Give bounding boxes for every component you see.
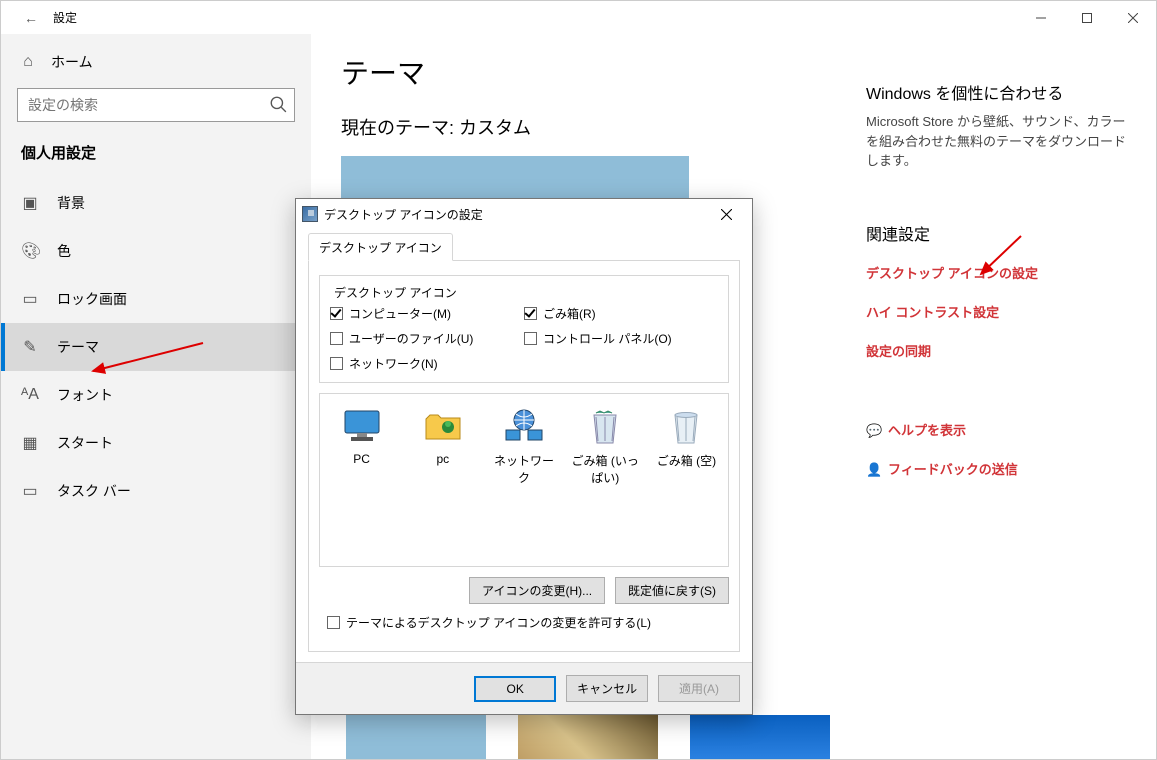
apply-button[interactable]: 適用(A) [658,675,740,702]
theme-thumb-3[interactable] [690,715,830,760]
home-icon: ⌂ [19,53,37,71]
checkbox-icon [524,307,537,320]
checkbox-icon [330,307,343,320]
check-network[interactable]: ネットワーク(N) [330,351,524,376]
sidebar-item-label: 背景 [57,193,85,213]
recycle-bin-empty-icon [666,406,706,446]
palette-icon: 🎨︎ [21,241,39,261]
help-link[interactable]: 💬ヘルプを表示 [866,410,1126,449]
close-button[interactable] [1110,1,1156,34]
theme-thumb-1[interactable] [346,715,486,760]
check-control-panel[interactable]: コントロール パネル(O) [524,326,718,351]
feedback-link[interactable]: 👤フィードバックの送信 [866,449,1126,488]
sidebar-item-colors[interactable]: 🎨︎ 色 [1,227,311,275]
link-sync-settings[interactable]: 設定の同期 [866,331,1126,370]
checkbox-icon [524,332,537,345]
user-folder-icon [423,406,463,446]
related-settings-heading: 関連設定 [866,221,1126,245]
dialog-tab[interactable]: デスクトップ アイコン [308,233,453,261]
theme-thumb-2[interactable] [518,715,658,760]
ok-button[interactable]: OK [474,676,556,702]
maximize-button[interactable] [1064,1,1110,34]
search-box[interactable] [17,88,295,122]
page-title: テーマ [341,52,866,92]
theme-icon: ✎ [21,337,39,357]
sidebar-item-start[interactable]: ▦ スタート [1,419,311,467]
dialog-close-button[interactable] [706,202,746,226]
recycle-bin-full-icon [585,406,625,446]
sidebar-item-themes[interactable]: ✎ テーマ [1,323,311,371]
sidebar-item-label: ロック画面 [57,289,127,309]
icon-item[interactable]: ごみ箱 (空) [651,404,722,469]
icon-item[interactable]: pc [407,404,478,466]
dialog-body: デスクトップ アイコン デスクトップ アイコン コンピューター(M) ユーザーの… [296,229,752,662]
search-icon [269,95,287,116]
sidebar-item-label: タスク バー [57,481,131,501]
sidebar-item-fonts[interactable]: ᴬA フォント [1,371,311,419]
right-panel: Windows を個性に合わせる Microsoft Store から壁紙、サウ… [866,44,1126,759]
checkbox-icon [330,332,343,345]
help-icon: 💬 [866,423,888,439]
sidebar-home[interactable]: ⌂ ホーム [1,34,311,88]
link-desktop-icon-settings[interactable]: デスクトップ アイコンの設定 [866,253,1126,292]
back-button[interactable]: ← [9,1,53,34]
sidebar-item-label: 色 [57,241,71,261]
checkbox-icon [330,357,343,370]
sidebar-item-background[interactable]: ▣ 背景 [1,179,311,227]
restore-default-button[interactable]: 既定値に戻す(S) [615,577,729,604]
settings-window: ← 設定 ⌂ ホーム 個人用設定 ▣ 背景 🎨︎ 色 ▭ ロック画面 ✎ テーマ [0,0,1157,760]
sidebar-item-taskbar[interactable]: ▭ タスク バー [1,467,311,515]
pc-icon [342,406,382,446]
feedback-label: フィードバックの送信 [888,462,1018,477]
link-high-contrast[interactable]: ハイ コントラスト設定 [866,292,1126,331]
dialog-tabpane: デスクトップ アイコン コンピューター(M) ユーザーのファイル(U) ネットワ… [308,260,740,652]
sidebar-item-label: フォント [57,385,113,405]
window-title: 設定 [53,9,77,26]
current-theme-label: 現在のテーマ: カスタム [341,114,866,140]
allow-themes-checkbox[interactable]: テーマによるデスクトップ アイコンの変更を許可する(L) [319,604,729,631]
dialog-footer: OK キャンセル 適用(A) [296,662,752,714]
checkbox-icon [327,616,340,629]
right-blurb: Microsoft Store から壁紙、サウンド、カラーを組み合わせた無料のテ… [866,112,1126,171]
font-icon: ᴬA [21,386,39,404]
icon-item[interactable]: ネットワーク [488,404,559,486]
image-icon: ▣ [21,193,39,213]
start-icon: ▦ [21,433,39,453]
right-heading: Windows を個性に合わせる [866,80,1126,104]
network-icon [504,406,544,446]
search-input[interactable] [17,88,295,122]
group-title: デスクトップ アイコン [330,284,461,301]
cancel-button[interactable]: キャンセル [566,675,648,702]
change-icon-button[interactable]: アイコンの変更(H)... [469,577,605,604]
icon-item[interactable]: PC [326,404,397,466]
dialog-title: デスクトップ アイコンの設定 [324,206,483,223]
dialog-icon [302,206,318,222]
sidebar-home-label: ホーム [51,52,93,72]
sidebar-item-lock-screen[interactable]: ▭ ロック画面 [1,275,311,323]
check-userfiles[interactable]: ユーザーのファイル(U) [330,326,524,351]
desktop-icon-settings-dialog: デスクトップ アイコンの設定 デスクトップ アイコン デスクトップ アイコン コ… [295,198,753,715]
sidebar-item-label: テーマ [57,337,99,357]
themes-row [346,715,830,760]
dialog-title-bar: デスクトップ アイコンの設定 [296,199,752,229]
sidebar-section: 個人用設定 [1,142,311,179]
sidebar: ⌂ ホーム 個人用設定 ▣ 背景 🎨︎ 色 ▭ ロック画面 ✎ テーマ ᴬA フォント ▦… [1,34,311,759]
minimize-button[interactable] [1018,1,1064,34]
title-bar: ← 設定 [1,1,1156,34]
sidebar-item-label: スタート [57,433,113,453]
desktop-icons-group: デスクトップ アイコン コンピューター(M) ユーザーのファイル(U) ネットワ… [319,275,729,383]
feedback-icon: 👤 [866,462,888,478]
icon-preview-list: PC pc ネットワーク ごみ箱 (いっぱい) ごみ箱 (空) [319,393,729,567]
check-computer[interactable]: コンピューター(M) [330,301,524,326]
check-recycle-bin[interactable]: ごみ箱(R) [524,301,718,326]
lock-icon: ▭ [21,289,39,309]
taskbar-icon: ▭ [21,481,39,501]
help-label: ヘルプを表示 [888,423,966,438]
icon-item[interactable]: ごみ箱 (いっぱい) [570,404,641,486]
